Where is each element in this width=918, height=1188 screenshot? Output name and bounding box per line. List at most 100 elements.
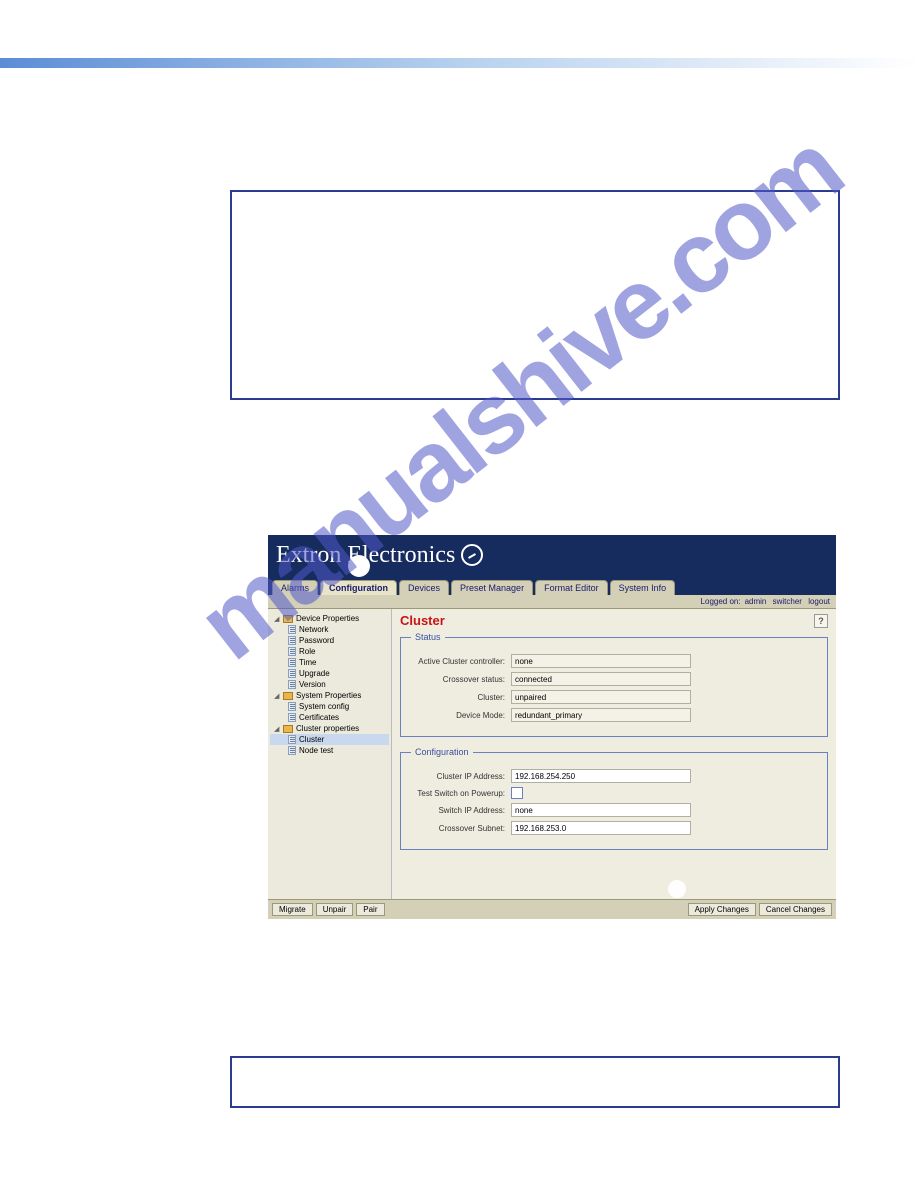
link-switcher[interactable]: switcher bbox=[773, 597, 802, 606]
tree-label: Upgrade bbox=[299, 669, 330, 678]
config-row-cluster-ip: Cluster IP Address: 192.168.254.250 bbox=[411, 769, 817, 783]
tree-label: Device Properties bbox=[296, 614, 359, 623]
switch-ip-input[interactable]: none bbox=[511, 803, 691, 817]
status-row-device-mode: Device Mode: redundant_primary bbox=[411, 708, 817, 722]
caret-icon: ◢ bbox=[274, 692, 281, 699]
brand-text-1: Extron bbox=[276, 542, 341, 569]
tree-item-node-test[interactable]: Node test bbox=[270, 745, 389, 756]
field-label: Switch IP Address: bbox=[411, 806, 511, 815]
config-legend: Configuration bbox=[411, 747, 473, 757]
field-label: Crossover status: bbox=[411, 675, 511, 684]
callout-bubble-1 bbox=[348, 555, 370, 577]
unpair-button[interactable]: Unpair bbox=[316, 903, 354, 916]
field-label: Active Cluster controller: bbox=[411, 657, 511, 666]
migrate-button[interactable]: Migrate bbox=[272, 903, 313, 916]
doc-icon bbox=[288, 647, 296, 656]
callout-bubble-2 bbox=[668, 880, 686, 898]
doc-icon bbox=[288, 746, 296, 755]
tree-folder-system-properties[interactable]: ◢ System Properties bbox=[270, 690, 389, 701]
tree-label: Time bbox=[299, 658, 316, 667]
page-title-row: Cluster ? bbox=[400, 613, 828, 628]
content-area: Cluster ? Status Active Cluster controll… bbox=[392, 609, 836, 899]
doc-icon bbox=[288, 713, 296, 722]
doc-icon bbox=[288, 702, 296, 711]
tree-label: System config bbox=[299, 702, 349, 711]
tab-format-editor[interactable]: Format Editor bbox=[535, 580, 608, 595]
doc-icon bbox=[288, 636, 296, 645]
app-window: Extron Electronics Alarms Configuration … bbox=[268, 535, 836, 919]
tree-item-upgrade[interactable]: Upgrade bbox=[270, 668, 389, 679]
tree-folder-cluster-properties[interactable]: ◢ Cluster properties bbox=[270, 723, 389, 734]
tab-devices[interactable]: Devices bbox=[399, 580, 449, 595]
tree-label: Network bbox=[299, 625, 328, 634]
caret-icon: ◢ bbox=[274, 615, 281, 622]
tab-system-info[interactable]: System Info bbox=[610, 580, 676, 595]
tab-alarms[interactable]: Alarms bbox=[272, 580, 318, 595]
body-area: ◢ Device Properties Network Password Rol… bbox=[268, 609, 836, 899]
tree-label: Certificates bbox=[299, 713, 339, 722]
tab-preset-manager[interactable]: Preset Manager bbox=[451, 580, 533, 595]
tree-label: Password bbox=[299, 636, 334, 645]
tree-item-password[interactable]: Password bbox=[270, 635, 389, 646]
status-legend: Status bbox=[411, 632, 445, 642]
tree-label: Cluster properties bbox=[296, 724, 359, 733]
config-row-test-switch: Test Switch on Powerup: bbox=[411, 787, 817, 799]
tree-item-network[interactable]: Network bbox=[270, 624, 389, 635]
doc-icon bbox=[288, 680, 296, 689]
doc-icon bbox=[288, 735, 296, 744]
tree-label: System Properties bbox=[296, 691, 361, 700]
tab-configuration[interactable]: Configuration bbox=[320, 580, 397, 595]
status-row-crossover-status: Crossover status: connected bbox=[411, 672, 817, 686]
note-box-bottom bbox=[230, 1056, 840, 1108]
field-label: Test Switch on Powerup: bbox=[411, 789, 511, 798]
status-row-active-controller: Active Cluster controller: none bbox=[411, 654, 817, 668]
pair-button[interactable]: Pair bbox=[356, 903, 384, 916]
field-value: connected bbox=[511, 672, 691, 686]
test-switch-checkbox[interactable] bbox=[511, 787, 523, 799]
field-label: Cluster: bbox=[411, 693, 511, 702]
button-bar: Migrate Unpair Pair Apply Changes Cancel… bbox=[268, 899, 836, 919]
config-row-crossover-subnet: Crossover Subnet: 192.168.253.0 bbox=[411, 821, 817, 835]
help-icon[interactable]: ? bbox=[814, 614, 828, 628]
link-logout[interactable]: logout bbox=[808, 597, 830, 606]
brand-icon bbox=[461, 544, 483, 566]
brand-logo: Extron Electronics bbox=[276, 542, 483, 569]
field-label: Crossover Subnet: bbox=[411, 824, 511, 833]
logged-on-label: Logged on: bbox=[701, 597, 741, 606]
top-status-bar: Logged on: admin switcher logout bbox=[268, 595, 836, 609]
folder-icon bbox=[283, 725, 293, 733]
caret-icon: ◢ bbox=[274, 725, 281, 732]
tab-bar: Alarms Configuration Devices Preset Mana… bbox=[268, 575, 836, 595]
crossover-subnet-input[interactable]: 192.168.253.0 bbox=[511, 821, 691, 835]
field-value: unpaired bbox=[511, 690, 691, 704]
tree-label: Cluster bbox=[299, 735, 324, 744]
field-label: Device Mode: bbox=[411, 711, 511, 720]
tree-item-time[interactable]: Time bbox=[270, 657, 389, 668]
status-row-cluster: Cluster: unpaired bbox=[411, 690, 817, 704]
doc-icon bbox=[288, 658, 296, 667]
folder-icon bbox=[283, 615, 293, 623]
notes-box bbox=[230, 190, 840, 400]
tree-item-system-config[interactable]: System config bbox=[270, 701, 389, 712]
tree-item-role[interactable]: Role bbox=[270, 646, 389, 657]
field-label: Cluster IP Address: bbox=[411, 772, 511, 781]
tree-label: Role bbox=[299, 647, 315, 656]
tree-item-version[interactable]: Version bbox=[270, 679, 389, 690]
status-fieldset: Status Active Cluster controller: none C… bbox=[400, 632, 828, 737]
doc-icon bbox=[288, 625, 296, 634]
tree-item-cluster[interactable]: Cluster bbox=[270, 734, 389, 745]
tree-folder-device-properties[interactable]: ◢ Device Properties bbox=[270, 613, 389, 624]
apply-changes-button[interactable]: Apply Changes bbox=[688, 903, 756, 916]
tree-item-certificates[interactable]: Certificates bbox=[270, 712, 389, 723]
config-row-switch-ip: Switch IP Address: none bbox=[411, 803, 817, 817]
cancel-changes-button[interactable]: Cancel Changes bbox=[759, 903, 832, 916]
logged-user: admin bbox=[745, 597, 767, 606]
page-title: Cluster bbox=[400, 613, 445, 628]
tree-label: Version bbox=[299, 680, 326, 689]
folder-icon bbox=[283, 692, 293, 700]
config-fieldset: Configuration Cluster IP Address: 192.16… bbox=[400, 747, 828, 850]
tree-label: Node test bbox=[299, 746, 333, 755]
doc-icon bbox=[288, 669, 296, 678]
cluster-ip-input[interactable]: 192.168.254.250 bbox=[511, 769, 691, 783]
page-header-bar bbox=[0, 58, 918, 68]
